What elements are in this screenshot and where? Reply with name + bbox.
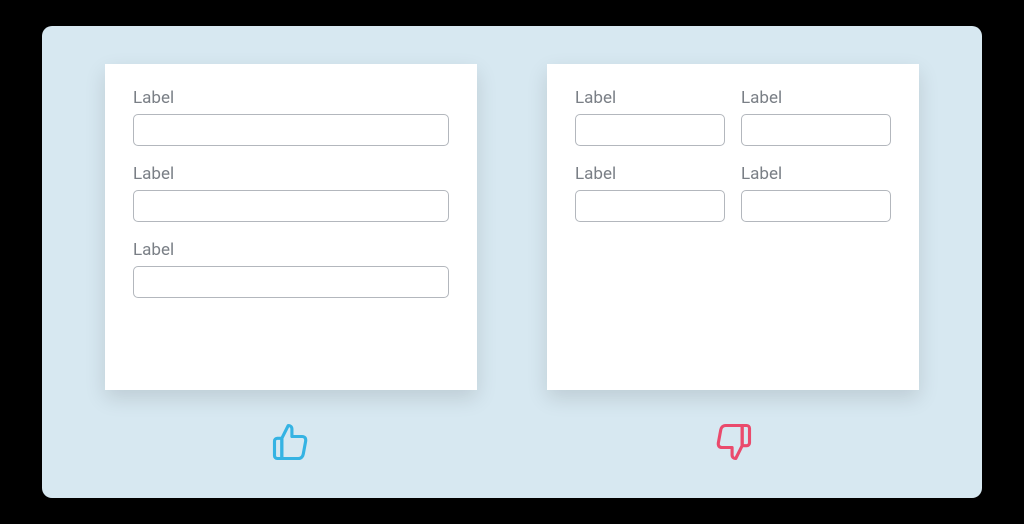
field-label: Label (133, 164, 449, 184)
text-input[interactable] (133, 266, 449, 298)
form-field: Label (133, 240, 449, 298)
field-label: Label (741, 88, 891, 108)
field-label: Label (575, 88, 725, 108)
field-label: Label (133, 240, 449, 260)
text-input[interactable] (133, 114, 449, 146)
thumbs-up-icon (269, 420, 313, 464)
field-label: Label (575, 164, 725, 184)
form-field: Label (575, 88, 725, 146)
text-input[interactable] (741, 190, 891, 222)
two-column-form: Label Label Label Label (575, 88, 891, 222)
thumbs-down-icon (711, 420, 755, 464)
good-form-card: Label Label Label (105, 64, 477, 390)
text-input[interactable] (741, 114, 891, 146)
single-column-form: Label Label Label (133, 88, 449, 298)
form-field: Label (741, 164, 891, 222)
text-input[interactable] (575, 190, 725, 222)
bad-form-card: Label Label Label Label (547, 64, 919, 390)
field-label: Label (133, 88, 449, 108)
field-label: Label (741, 164, 891, 184)
form-field: Label (133, 164, 449, 222)
form-field: Label (133, 88, 449, 146)
comparison-canvas: Label Label Label (42, 26, 982, 498)
form-field: Label (741, 88, 891, 146)
good-example: Label Label Label (90, 64, 492, 478)
bad-example: Label Label Label Label (532, 64, 934, 478)
form-field: Label (575, 164, 725, 222)
text-input[interactable] (575, 114, 725, 146)
text-input[interactable] (133, 190, 449, 222)
